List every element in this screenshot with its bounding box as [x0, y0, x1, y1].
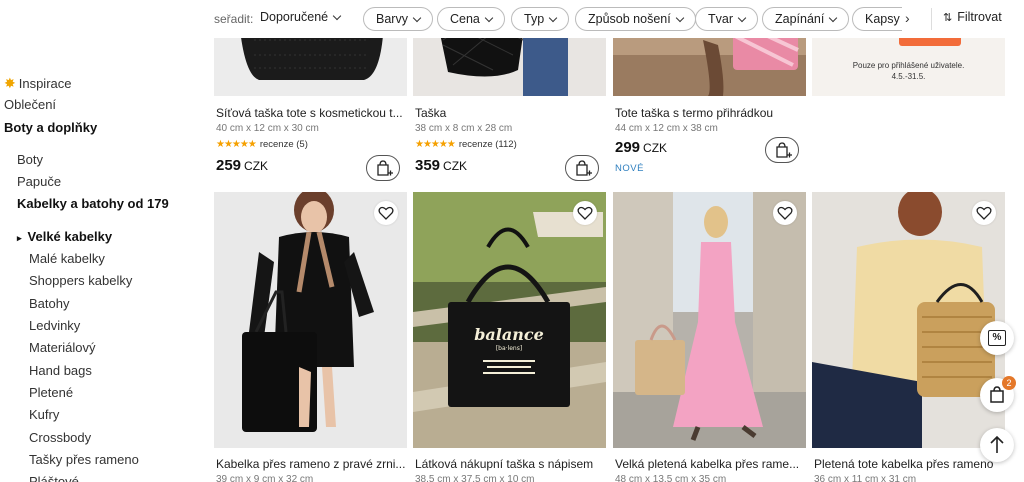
sidebar-item-obleceni[interactable]: Oblečení — [4, 97, 56, 112]
discount-icon: % — [988, 330, 1006, 346]
product-price: 299 CZK — [615, 139, 668, 156]
filter-chip-tvar[interactable]: Tvar — [695, 7, 758, 31]
cart-plus-icon — [377, 160, 393, 176]
heart-icon — [777, 206, 793, 220]
sidebar-item-inspirace[interactable]: ✸ Inspirace — [4, 75, 71, 92]
filter-chip-typ[interactable]: Typ — [511, 7, 570, 31]
chevron-down-icon — [484, 13, 494, 23]
product-image[interactable] — [613, 192, 806, 448]
promo-dates: 4.5.-31.5. — [891, 72, 926, 81]
product-title[interactable]: Velká pletená kabelka přes rame... — [615, 457, 808, 471]
sort-dropdown[interactable]: Doporučené — [260, 10, 342, 24]
sidebar-item-boty[interactable]: Boty — [17, 152, 43, 167]
chevron-down-icon — [412, 13, 422, 23]
product-dimensions: 40 cm x 12 cm x 30 cm — [216, 123, 319, 134]
heart-icon — [577, 206, 593, 220]
wishlist-button[interactable] — [972, 201, 996, 225]
sidebar-item-plastove[interactable]: Pláštové — [29, 474, 79, 482]
product-card[interactable]: balance [ba·lens] Látková nákupní taška … — [413, 192, 606, 482]
arrow-up-icon — [990, 435, 1004, 453]
discount-button[interactable]: % — [980, 321, 1014, 355]
filter-chip-kapsy[interactable]: Kapsy — [852, 7, 902, 31]
chevron-down-icon — [332, 11, 342, 21]
filter-button[interactable]: ⇅ Filtrovat — [943, 10, 1002, 24]
bag-print-sub: [ba·lens] — [496, 345, 522, 352]
product-card[interactable]: Kabelka přes rameno z pravé zrni... 39 c… — [214, 192, 407, 482]
filter-chip-cena[interactable]: Cena — [437, 7, 505, 31]
sidebar-item-hand-bags[interactable]: Hand bags — [29, 363, 92, 378]
filter-toolbar: seřadit: Doporučené Barvy Cena Typ Způso… — [205, 0, 1024, 38]
product-dimensions: 39 cm x 9 cm x 32 cm — [216, 474, 314, 482]
product-title[interactable]: Pletená tote kabelka přes rameno — [814, 457, 1007, 471]
add-to-cart-button[interactable] — [765, 137, 799, 163]
sparkle-icon: ✸ — [4, 75, 16, 91]
sliders-icon: ⇅ — [943, 12, 953, 24]
sidebar-item-batohy[interactable]: Batohy — [29, 296, 69, 311]
category-sidebar: ✸ Inspirace Oblečení Boty a doplňky Boty … — [0, 0, 205, 482]
product-card[interactable]: Pletená tote kabelka přes rameno 36 cm x… — [812, 192, 1005, 482]
sidebar-item-male-kabelky[interactable]: Malé kabelky — [29, 251, 105, 266]
filter-chip-zapinani[interactable]: Zapínání — [762, 7, 850, 31]
product-dimensions: 38 cm x 8 cm x 28 cm — [415, 123, 513, 134]
chevron-down-icon — [675, 13, 684, 23]
chevron-down-icon — [548, 13, 558, 23]
rating-stars: ★★★★★ — [216, 139, 257, 150]
product-card[interactable]: Velká pletená kabelka přes rame... 48 cm… — [613, 192, 806, 482]
product-title[interactable]: Taška — [415, 106, 608, 120]
chevron-right-icon[interactable]: › — [905, 10, 910, 26]
cart-count-badge: 2 — [1002, 376, 1016, 390]
product-dimensions: 38.5 cm x 37.5 cm x 10 cm — [415, 474, 535, 482]
sidebar-item-papuce[interactable]: Papuče — [17, 174, 61, 189]
heart-icon — [976, 206, 992, 220]
toolbar-divider — [931, 8, 932, 30]
cart-plus-icon — [776, 142, 792, 158]
sidebar-item-velke-kabelky[interactable]: ▸ Velké kabelky — [17, 229, 112, 244]
product-dimensions: 36 cm x 11 cm x 31 cm — [814, 474, 917, 482]
chevron-down-icon — [829, 13, 838, 23]
sidebar-item-kufry[interactable]: Kufry — [29, 407, 59, 422]
sort-label: seřadit: — [214, 12, 254, 26]
promo-text: Pouze pro přihlášené uživatele. — [852, 61, 965, 70]
add-to-cart-button[interactable] — [366, 155, 400, 181]
product-dimensions: 48 cm x 13.5 cm x 35 cm — [615, 474, 727, 482]
wishlist-button[interactable] — [573, 201, 597, 225]
scroll-top-button[interactable] — [980, 428, 1014, 462]
sidebar-item-tasky-pres-rameno[interactable]: Tašky přes rameno — [29, 452, 139, 467]
wishlist-button[interactable] — [374, 201, 398, 225]
sidebar-item-ledvinky[interactable]: Ledvinky — [29, 318, 80, 333]
sidebar-item-pletene[interactable]: Pletené — [29, 385, 73, 400]
product-image[interactable]: balance [ba·lens] — [413, 192, 606, 448]
heart-icon — [378, 206, 394, 220]
filter-chip-zpusob-noseni[interactable]: Způsob nošení — [575, 7, 696, 31]
product-price: 359 CZK — [415, 157, 468, 174]
chevron-down-icon — [737, 13, 747, 23]
new-badge: NOVÉ — [615, 163, 644, 174]
wishlist-button[interactable] — [773, 201, 797, 225]
sidebar-item-materialovy[interactable]: Materiálový — [29, 340, 95, 355]
product-image[interactable] — [812, 192, 1005, 448]
product-title[interactable]: Tote taška s termo přihrádkou — [615, 106, 808, 120]
product-rating[interactable]: ★★★★★ recenze (5) — [216, 139, 308, 150]
bullet-icon: ▸ — [17, 233, 22, 243]
bag-print-word: balance — [474, 325, 544, 344]
cart-button[interactable]: 2 — [980, 376, 1016, 412]
sidebar-item-kabelky-a-batohy[interactable]: Kabelky a batohy od 179 — [17, 196, 169, 211]
product-title[interactable]: Kabelka přes rameno z pravé zrni... — [216, 457, 409, 471]
sidebar-item-crossbody[interactable]: Crossbody — [29, 430, 91, 445]
sidebar-item-shoppers[interactable]: Shoppers kabelky — [29, 273, 132, 288]
cart-plus-icon — [576, 160, 592, 176]
product-dimensions: 44 cm x 12 cm x 38 cm — [615, 123, 718, 134]
rating-stars: ★★★★★ — [415, 139, 456, 150]
filter-chip-barvy[interactable]: Barvy — [363, 7, 433, 31]
product-rating[interactable]: ★★★★★ recenze (112) — [415, 139, 517, 150]
sidebar-item-boty-a-doplnky[interactable]: Boty a doplňky — [4, 120, 97, 135]
product-price: 259 CZK — [216, 157, 269, 174]
product-title[interactable]: Síťová taška tote s kosmetickou t... — [216, 106, 409, 120]
add-to-cart-button[interactable] — [565, 155, 599, 181]
product-title[interactable]: Látková nákupní taška s nápisem — [415, 457, 608, 471]
product-image[interactable] — [214, 192, 407, 448]
